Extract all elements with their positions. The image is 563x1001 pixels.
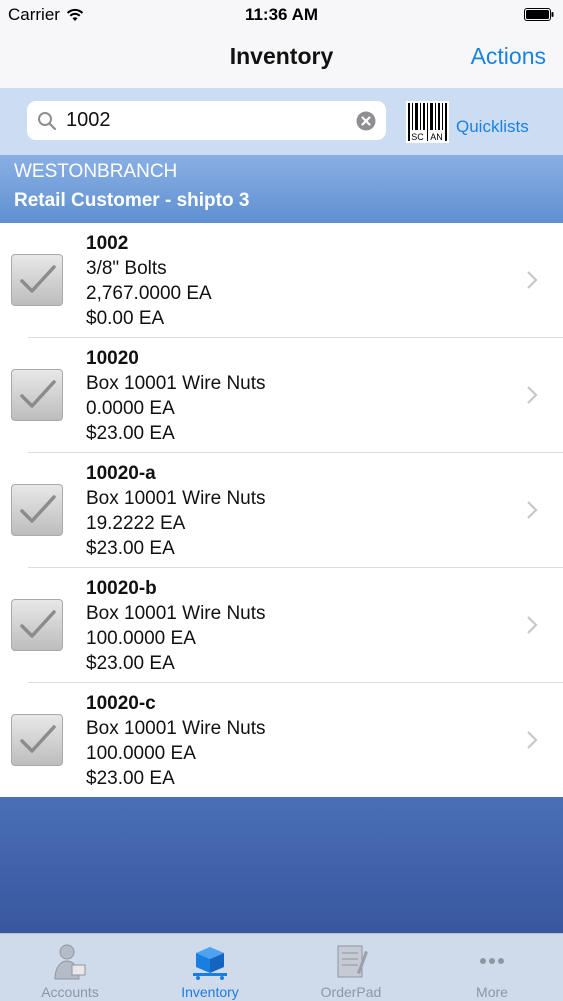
tab-label: More [476, 984, 508, 1000]
chevron-right-icon [527, 501, 538, 519]
accounts-icon [54, 944, 86, 980]
select-checkbox[interactable] [11, 254, 63, 306]
clear-icon[interactable] [356, 111, 376, 131]
checkmark-icon [20, 495, 56, 523]
tab-more[interactable]: More [422, 934, 562, 1001]
navigation-bar: Inventory Actions [0, 30, 563, 89]
item-description: Box 10001 Wire Nuts [86, 603, 266, 624]
inventory-item-row[interactable]: 10020 Box 10001 Wire Nuts 0.0000 EA $23.… [0, 338, 563, 453]
inventory-list: 1002 3/8" Bolts 2,767.0000 EA $0.00 EA 1… [0, 223, 563, 797]
item-description: Box 10001 Wire Nuts [86, 718, 266, 739]
clock: 11:36 AM [244, 5, 319, 24]
tab-bar: Accounts Inventory OrderPad More [0, 933, 563, 1001]
chevron-right-icon [527, 731, 538, 749]
barcode-scan-icon[interactable]: SC AN [406, 101, 449, 143]
scan-label-right: AN [430, 132, 443, 142]
search-value: 1002 [66, 109, 111, 131]
list-footer-background [0, 797, 563, 933]
status-bar: Carrier 11:36 AM [0, 0, 563, 30]
item-details: 10020-a Box 10001 Wire Nuts 19.2222 EA $… [86, 461, 266, 561]
search-icon [38, 112, 57, 131]
item-code: 1002 [86, 233, 129, 254]
inventory-item-row[interactable]: 10020-c Box 10001 Wire Nuts 100.0000 EA … [0, 683, 563, 798]
checkmark-icon [20, 725, 56, 753]
customer-name: Retail Customer - shipto 3 [14, 190, 250, 211]
chevron-right-icon [527, 616, 538, 634]
inventory-icon [193, 947, 227, 980]
chevron-right-icon [527, 271, 538, 289]
search-row: 1002 SC AN Quicklists [0, 88, 563, 155]
item-quantity: 19.2222 EA [86, 513, 186, 534]
item-price: $23.00 EA [86, 538, 175, 559]
branch-name: WESTONBRANCH [14, 161, 178, 182]
more-icon [480, 958, 504, 964]
item-code: 10020-a [86, 463, 156, 484]
item-price: $23.00 EA [86, 423, 175, 444]
chevron-right-icon [527, 386, 538, 404]
select-checkbox[interactable] [11, 369, 63, 421]
item-quantity: 0.0000 EA [86, 398, 175, 419]
tab-label: OrderPad [320, 984, 382, 1000]
orderpad-icon [337, 945, 368, 978]
item-description: 3/8" Bolts [86, 258, 167, 279]
battery-icon [524, 8, 554, 21]
item-details: 10020 Box 10001 Wire Nuts 0.0000 EA $23.… [86, 346, 266, 446]
item-price: $0.00 EA [86, 308, 165, 329]
item-details: 1002 3/8" Bolts 2,767.0000 EA $0.00 EA [86, 231, 212, 331]
item-quantity: 2,767.0000 EA [86, 283, 212, 304]
inventory-item-row[interactable]: 10020-b Box 10001 Wire Nuts 100.0000 EA … [0, 568, 563, 683]
select-checkbox[interactable] [11, 599, 63, 651]
item-code: 10020 [86, 348, 139, 369]
branch-header: WESTONBRANCH Retail Customer - shipto 3 [0, 155, 563, 223]
item-details: 10020-b Box 10001 Wire Nuts 100.0000 EA … [86, 576, 266, 676]
inventory-item-row[interactable]: 1002 3/8" Bolts 2,767.0000 EA $0.00 EA [0, 223, 563, 338]
checkmark-icon [20, 380, 56, 408]
tab-label: Accounts [41, 984, 99, 1000]
tab-label: Inventory [181, 984, 239, 1000]
select-checkbox[interactable] [11, 714, 63, 766]
item-details: 10020-c Box 10001 Wire Nuts 100.0000 EA … [86, 691, 266, 791]
scan-label-left: SC [411, 132, 424, 142]
quicklists-button[interactable]: Quicklists [456, 117, 529, 137]
select-checkbox[interactable] [11, 484, 63, 536]
item-price: $23.00 EA [86, 768, 175, 789]
item-code: 10020-c [86, 693, 156, 714]
item-quantity: 100.0000 EA [86, 743, 196, 764]
tab-orderpad[interactable]: OrderPad [281, 934, 421, 1001]
item-code: 10020-b [86, 578, 157, 599]
item-description: Box 10001 Wire Nuts [86, 373, 266, 394]
tab-accounts[interactable]: Accounts [0, 934, 140, 1001]
item-description: Box 10001 Wire Nuts [86, 488, 266, 509]
tab-inventory[interactable]: Inventory [140, 934, 280, 1001]
item-price: $23.00 EA [86, 653, 175, 674]
checkmark-icon [20, 610, 56, 638]
item-quantity: 100.0000 EA [86, 628, 196, 649]
checkmark-icon [20, 265, 56, 293]
actions-button[interactable]: Actions [471, 43, 546, 70]
inventory-item-row[interactable]: 10020-a Box 10001 Wire Nuts 19.2222 EA $… [0, 453, 563, 568]
search-input[interactable]: 1002 [27, 101, 386, 140]
